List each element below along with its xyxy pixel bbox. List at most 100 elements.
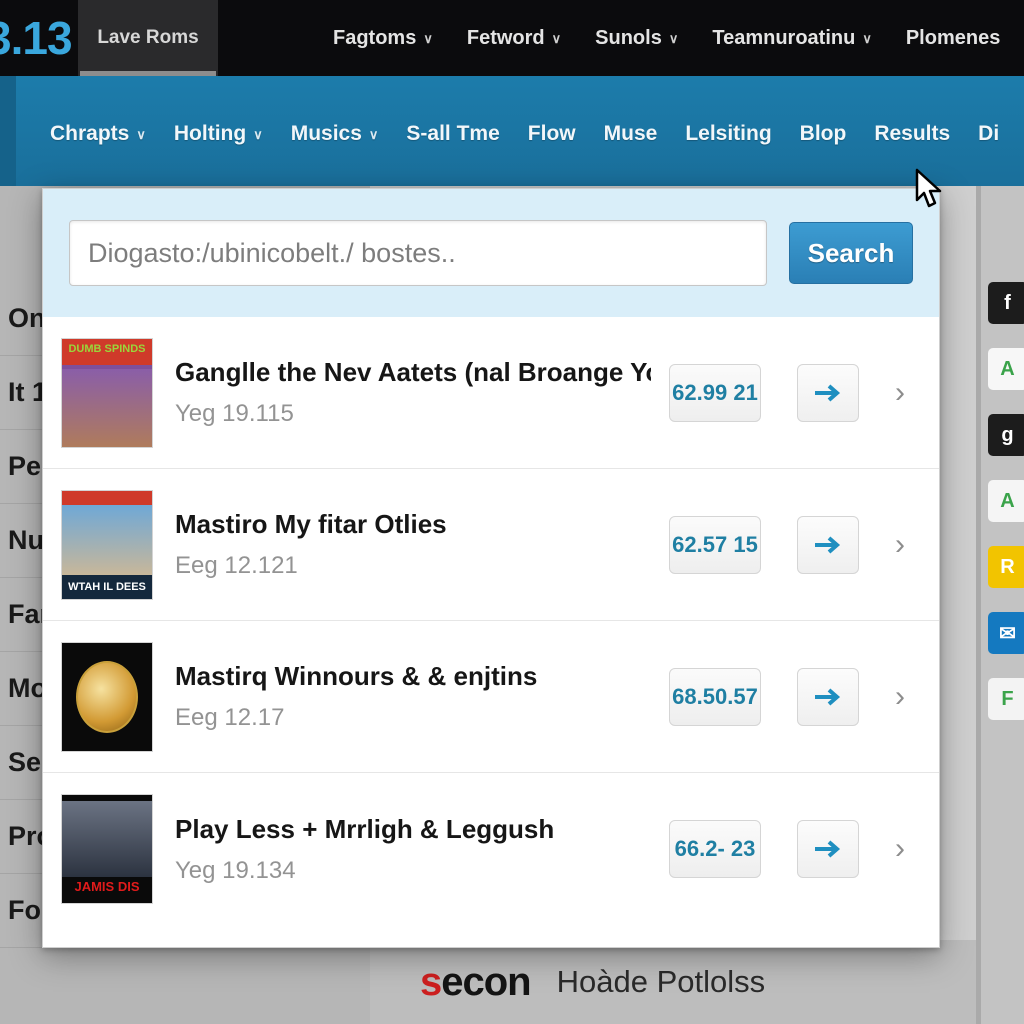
- result-title: Mastiro My fitar Otlies: [175, 509, 447, 539]
- active-tab-lave-roms[interactable]: Lave Roms: [78, 0, 218, 76]
- top-nav-item-teamnuroatinu[interactable]: Teamnuroatinu ∨: [712, 27, 871, 50]
- blue-nav-item-s-all-tme[interactable]: S-all Tme: [406, 122, 499, 146]
- blue-nav-item-blop[interactable]: Blop: [800, 122, 847, 146]
- chevron-right-icon[interactable]: ›: [883, 680, 917, 714]
- arrow-right-icon: [815, 840, 841, 858]
- blue-nav-item-results[interactable]: Results: [874, 122, 950, 146]
- social-tile-3[interactable]: g: [987, 414, 1024, 456]
- top-nav-label: Teamnuroatinu: [712, 26, 856, 49]
- arrow-right-icon: [815, 383, 841, 402]
- thumbnail-1: DUMB SPINDS: [61, 337, 153, 448]
- result-go-button[interactable]: [797, 667, 859, 726]
- result-text: Mastirq Winnours & & enjtins Eeg 12.17: [171, 661, 651, 732]
- thumbnail-2: WTAH IL DEES: [61, 489, 153, 600]
- result-badge[interactable]: 66.2- 23: [669, 820, 761, 878]
- search-results-list: DUMB SPINDS Ganglle the Nev Aatets (nal …: [43, 317, 939, 925]
- social-tile-5[interactable]: R: [987, 546, 1024, 588]
- secon-logo: secon: [420, 959, 532, 1005]
- top-nav-label: Fagtoms: [333, 26, 417, 49]
- secon-logo-rest: econ: [441, 959, 531, 1004]
- top-nav-label: Plomenes: [905, 26, 1001, 49]
- chevron-down-icon: ∨: [423, 31, 433, 46]
- bottom-tagline: Hoàde Potlolss: [556, 964, 766, 999]
- top-nav-item-fetword[interactable]: Fetword ∨: [467, 27, 561, 50]
- result-text: Mastiro My fitar Otlies Eeg 12.121: [171, 509, 651, 580]
- result-badge[interactable]: 68.50.57: [669, 667, 761, 726]
- blue-nav-label: Blop: [799, 122, 847, 145]
- chevron-down-icon: ∨: [253, 127, 263, 142]
- blue-nav-item-muse[interactable]: Muse: [604, 122, 658, 146]
- result-title: Play Less + Mrrligh & Leggush: [175, 813, 555, 844]
- social-tile-6[interactable]: ✉: [987, 612, 1024, 654]
- top-navigation-bar: 3.13 Lave Roms Fagtoms ∨ Fetword ∨ Sunols ∨…: [0, 0, 1024, 76]
- top-nav-item-fagtoms[interactable]: Fagtoms ∨: [333, 27, 433, 50]
- blue-nav-item-di[interactable]: Di: [978, 122, 999, 146]
- result-text: Play Less + Mrrligh & Leggush Yeg 19.134: [171, 814, 651, 885]
- thumb-title: WTAH IL DEES: [68, 580, 146, 593]
- result-badge[interactable]: 62.57 15: [669, 515, 761, 574]
- site-logo[interactable]: 3.13: [0, 0, 78, 76]
- blue-nav-label: S-all Tme: [406, 122, 500, 145]
- blue-nav-items: Chrapts ∨ Holting ∨ Musics ∨ S-all Tme Flow…: [50, 122, 999, 146]
- result-subtitle: Yeg 19.115: [175, 400, 294, 427]
- result-badge[interactable]: 62.99 21: [669, 363, 761, 422]
- blue-nav-label: Lelsiting: [685, 122, 772, 145]
- chevron-down-icon: ∨: [368, 127, 379, 142]
- top-nav-item-plomenes[interactable]: Plomenes: [906, 27, 1000, 50]
- active-tab-label: Lave Roms: [97, 27, 199, 48]
- arrow-right-icon: [815, 687, 841, 706]
- result-text: Ganglle the Nev Aatets (nal Broange Yo’a…: [171, 357, 651, 428]
- page-root: Onn It 12 Pep Nus Fam Mon Seo Prof Foher…: [0, 0, 1024, 1024]
- search-input[interactable]: Diogasto:/ubinicobelt./ bostes..: [69, 220, 767, 286]
- search-button[interactable]: Search: [789, 222, 913, 284]
- social-tile-2[interactable]: A: [987, 348, 1024, 390]
- social-tile-4[interactable]: A: [987, 480, 1024, 522]
- chevron-down-icon: ∨: [668, 31, 679, 46]
- thumb-medallion: [76, 660, 138, 733]
- bottom-brand-strip: secon Hoàde Potlolss: [370, 940, 976, 1024]
- result-go-button[interactable]: [797, 515, 859, 574]
- blue-nav-item-holting[interactable]: Holting ∨: [174, 122, 263, 146]
- blue-nav-label: Di: [978, 122, 1000, 145]
- thumb-title: JAMIS DIS: [74, 879, 140, 894]
- thumb-band: [62, 490, 152, 505]
- thumbnail-3: [61, 641, 153, 752]
- blue-nav-label: Chrapts: [50, 122, 130, 145]
- secon-logo-accent: s: [420, 959, 442, 1004]
- blue-nav-label: Results: [874, 122, 951, 145]
- result-subtitle: Eeg 12.121: [175, 552, 298, 579]
- blue-nav-item-musics[interactable]: Musics ∨: [291, 122, 379, 146]
- secondary-navigation-bar: Chrapts ∨ Holting ∨ Musics ∨ S-all Tme Flow…: [0, 76, 1024, 186]
- result-go-button[interactable]: [797, 820, 859, 878]
- chevron-right-icon[interactable]: ›: [883, 832, 917, 866]
- blue-nav-label: Flow: [527, 122, 576, 145]
- blue-nav-label: Muse: [603, 122, 658, 145]
- blue-nav-item-chrapts[interactable]: Chrapts ∨: [50, 122, 146, 146]
- result-row[interactable]: DUMB SPINDS Ganglle the Nev Aatets (nal …: [43, 317, 939, 469]
- search-header: Diogasto:/ubinicobelt./ bostes.. Search: [43, 189, 939, 317]
- blue-bar-left-edge: [0, 76, 16, 186]
- top-nav-items: Fagtoms ∨ Fetword ∨ Sunols ∨ Teamnuroatinu ∨…: [218, 0, 1024, 76]
- result-row[interactable]: JAMIS DIS Play Less + Mrrligh & Leggush …: [43, 773, 939, 925]
- top-nav-label: Sunols: [595, 26, 662, 49]
- top-nav-item-sunols[interactable]: Sunols ∨: [595, 27, 678, 50]
- thumb-art: [62, 801, 152, 877]
- social-tile-1[interactable]: f: [987, 282, 1024, 324]
- right-share-sidebar: f A g A R ✉ F: [976, 186, 1024, 1024]
- thumbnail-4: JAMIS DIS: [61, 794, 153, 904]
- top-nav-label: Fetword: [466, 26, 545, 49]
- chevron-down-icon: ∨: [862, 31, 872, 46]
- result-row[interactable]: Mastirq Winnours & & enjtins Eeg 12.17 6…: [43, 621, 939, 773]
- result-row[interactable]: WTAH IL DEES Mastiro My fitar Otlies Eeg…: [43, 469, 939, 621]
- social-tile-7[interactable]: F: [987, 678, 1024, 720]
- blue-nav-item-flow[interactable]: Flow: [528, 122, 576, 146]
- search-overlay-panel: Diogasto:/ubinicobelt./ bostes.. Search …: [42, 188, 940, 948]
- chevron-right-icon[interactable]: ›: [883, 376, 917, 410]
- result-subtitle: Yeg 19.134: [175, 856, 296, 884]
- blue-nav-item-lelsiting[interactable]: Lelsiting: [685, 122, 771, 146]
- result-go-button[interactable]: [797, 363, 859, 422]
- chevron-right-icon[interactable]: ›: [883, 528, 917, 562]
- blue-nav-label: Musics: [290, 122, 362, 145]
- arrow-right-icon: [815, 535, 841, 554]
- thumb-title: DUMB SPINDS: [68, 342, 146, 355]
